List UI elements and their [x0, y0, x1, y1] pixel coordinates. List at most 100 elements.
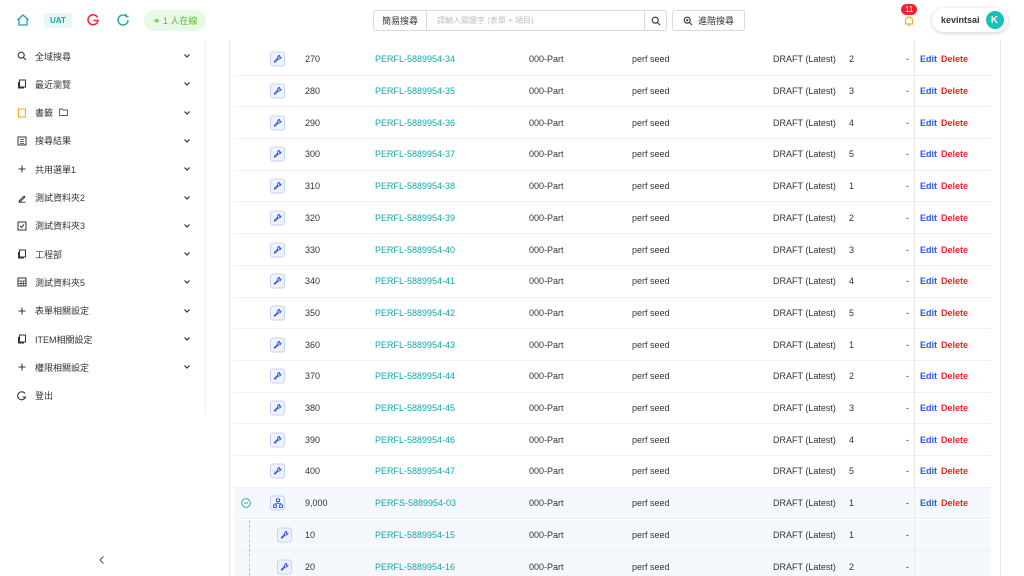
- edit-button[interactable]: Edit: [920, 308, 937, 318]
- edit-button[interactable]: Edit: [920, 340, 937, 350]
- sidebar-item-2[interactable]: 最近瀏覽: [0, 70, 200, 98]
- wrench-icon[interactable]: [270, 115, 285, 131]
- edit-button[interactable]: Edit: [920, 403, 937, 413]
- edit-button[interactable]: Edit: [920, 435, 937, 445]
- wrench-icon[interactable]: [270, 368, 285, 384]
- user-menu[interactable]: kevintsai K: [932, 8, 1008, 32]
- folder-icon[interactable]: [59, 108, 68, 118]
- sidebar-item-11[interactable]: ITEM相關設定: [0, 325, 200, 353]
- edit-button[interactable]: Edit: [920, 118, 937, 128]
- delete-button[interactable]: Delete: [941, 340, 968, 350]
- chevron-down-icon[interactable]: [183, 363, 191, 371]
- wrench-icon[interactable]: [270, 51, 285, 67]
- delete-button[interactable]: Delete: [941, 308, 968, 318]
- delete-button[interactable]: Delete: [941, 403, 968, 413]
- delete-button[interactable]: Delete: [941, 86, 968, 96]
- edit-button[interactable]: Edit: [920, 498, 937, 508]
- wrench-icon[interactable]: [270, 432, 285, 448]
- wrench-icon[interactable]: [270, 146, 285, 162]
- delete-button[interactable]: Delete: [941, 435, 968, 445]
- wrench-icon[interactable]: [270, 463, 285, 479]
- edit-button[interactable]: Edit: [920, 466, 937, 476]
- wrench-icon[interactable]: [270, 337, 285, 353]
- chevron-down-icon[interactable]: [183, 222, 191, 230]
- assembly-icon[interactable]: [270, 495, 285, 511]
- home-icon[interactable]: [14, 11, 32, 29]
- chevron-down-icon[interactable]: [183, 52, 191, 60]
- sidebar-item-4[interactable]: 搜尋結果: [0, 127, 200, 155]
- chevron-down-icon[interactable]: [183, 335, 191, 343]
- bell-icon[interactable]: [902, 14, 916, 28]
- delete-button[interactable]: Delete: [941, 213, 968, 223]
- wrench-icon[interactable]: [277, 527, 292, 543]
- delete-button[interactable]: Delete: [941, 466, 968, 476]
- table-row[interactable]: 300 PERFL-5889954-37 000-Part perf seed DRAF…: [234, 139, 991, 171]
- wrench-icon[interactable]: [270, 210, 285, 226]
- table-row[interactable]: 9,000 PERFS-5889954-03 000-Part perf seed DR…: [234, 487, 991, 520]
- wrench-icon[interactable]: [270, 83, 285, 99]
- search-type-select[interactable]: 簡易搜尋: [374, 11, 428, 30]
- sidebar-item-9[interactable]: 測試資料夾5: [0, 268, 200, 296]
- table-row[interactable]: 290 PERFL-5889954-36 000-Part perf seed DRAF…: [234, 107, 991, 140]
- sidebar-item-5[interactable]: 共用選單1: [0, 155, 200, 183]
- collapse-sidebar-icon[interactable]: [96, 554, 108, 566]
- chevron-down-icon[interactable]: [183, 80, 191, 88]
- sidebar-item-13[interactable]: 登出: [0, 382, 200, 410]
- wrench-icon[interactable]: [270, 273, 285, 289]
- edit-button[interactable]: Edit: [920, 149, 937, 159]
- table-row[interactable]: 270 PERFL-5889954-34 000-Part perf seed DRAF…: [234, 44, 991, 76]
- delete-button[interactable]: Delete: [941, 498, 968, 508]
- table-row[interactable]: 10 PERFL-5889954-15 000-Part perf seed DRAFT…: [234, 519, 991, 552]
- search-button[interactable]: [644, 11, 666, 30]
- wrench-icon[interactable]: [277, 559, 292, 575]
- sidebar-item-6[interactable]: 測試資料夾2: [0, 184, 200, 212]
- part-number-link[interactable]: PERFL-5889954-41: [375, 276, 455, 286]
- part-number-link[interactable]: PERFS-5889954-03: [375, 498, 456, 508]
- edit-button[interactable]: Edit: [920, 181, 937, 191]
- part-number-link[interactable]: PERFL-5889954-34: [375, 54, 455, 64]
- part-number-link[interactable]: PERFL-5889954-15: [375, 530, 455, 540]
- table-row[interactable]: 320 PERFL-5889954-39 000-Part perf seed DRAF…: [234, 203, 991, 235]
- table-row[interactable]: 350 PERFL-5889954-42 000-Part perf seed DRAF…: [234, 298, 991, 330]
- part-number-link[interactable]: PERFL-5889954-35: [375, 86, 455, 96]
- part-number-link[interactable]: PERFL-5889954-44: [375, 371, 455, 381]
- chevron-down-icon[interactable]: [183, 109, 191, 117]
- table-row[interactable]: 370 PERFL-5889954-44 000-Part perf seed DRAF…: [234, 361, 991, 393]
- part-number-link[interactable]: PERFL-5889954-40: [375, 245, 455, 255]
- part-number-link[interactable]: PERFL-5889954-39: [375, 213, 455, 223]
- edit-button[interactable]: Edit: [920, 371, 937, 381]
- table-row[interactable]: 330 PERFL-5889954-40 000-Part perf seed DRAF…: [234, 234, 991, 266]
- delete-button[interactable]: Delete: [941, 276, 968, 286]
- delete-button[interactable]: Delete: [941, 181, 968, 191]
- part-number-link[interactable]: PERFL-5889954-38: [375, 181, 455, 191]
- part-number-link[interactable]: PERFL-5889954-16: [375, 562, 455, 572]
- refresh-icon[interactable]: [114, 11, 132, 29]
- edit-button[interactable]: Edit: [920, 245, 937, 255]
- sidebar-item-8[interactable]: 工程部: [0, 240, 200, 268]
- chevron-down-icon[interactable]: [183, 194, 191, 202]
- sidebar-item-7[interactable]: 測試資料夾3: [0, 212, 200, 240]
- part-number-link[interactable]: PERFL-5889954-36: [375, 118, 455, 128]
- table-row[interactable]: 400 PERFL-5889954-47 000-Part perf seed DRAF…: [234, 456, 991, 488]
- delete-button[interactable]: Delete: [941, 149, 968, 159]
- table-row[interactable]: 280 PERFL-5889954-35 000-Part perf seed DRAF…: [234, 76, 991, 108]
- table-row[interactable]: 310 PERFL-5889954-38 000-Part perf seed DRAF…: [234, 171, 991, 203]
- edit-button[interactable]: Edit: [920, 213, 937, 223]
- part-number-link[interactable]: PERFL-5889954-37: [375, 149, 455, 159]
- wrench-icon[interactable]: [270, 305, 285, 321]
- table-row[interactable]: 380 PERFL-5889954-45 000-Part perf seed DRAF…: [234, 393, 991, 425]
- chevron-down-icon[interactable]: [183, 250, 191, 258]
- collapse-row-icon[interactable]: [241, 498, 251, 508]
- delete-button[interactable]: Delete: [941, 245, 968, 255]
- sidebar-item-1[interactable]: 全域搜尋: [0, 42, 200, 70]
- wrench-icon[interactable]: [270, 242, 285, 258]
- online-users-badge[interactable]: ⚭ 1 人在線: [143, 9, 207, 31]
- edit-button[interactable]: Edit: [920, 276, 937, 286]
- sidebar-item-3[interactable]: 書籤: [0, 99, 200, 127]
- delete-button[interactable]: Delete: [941, 371, 968, 381]
- part-number-link[interactable]: PERFL-5889954-47: [375, 466, 455, 476]
- chevron-down-icon[interactable]: [183, 307, 191, 315]
- google-icon[interactable]: [84, 11, 102, 29]
- chevron-down-icon[interactable]: [183, 278, 191, 286]
- part-number-link[interactable]: PERFL-5889954-42: [375, 308, 455, 318]
